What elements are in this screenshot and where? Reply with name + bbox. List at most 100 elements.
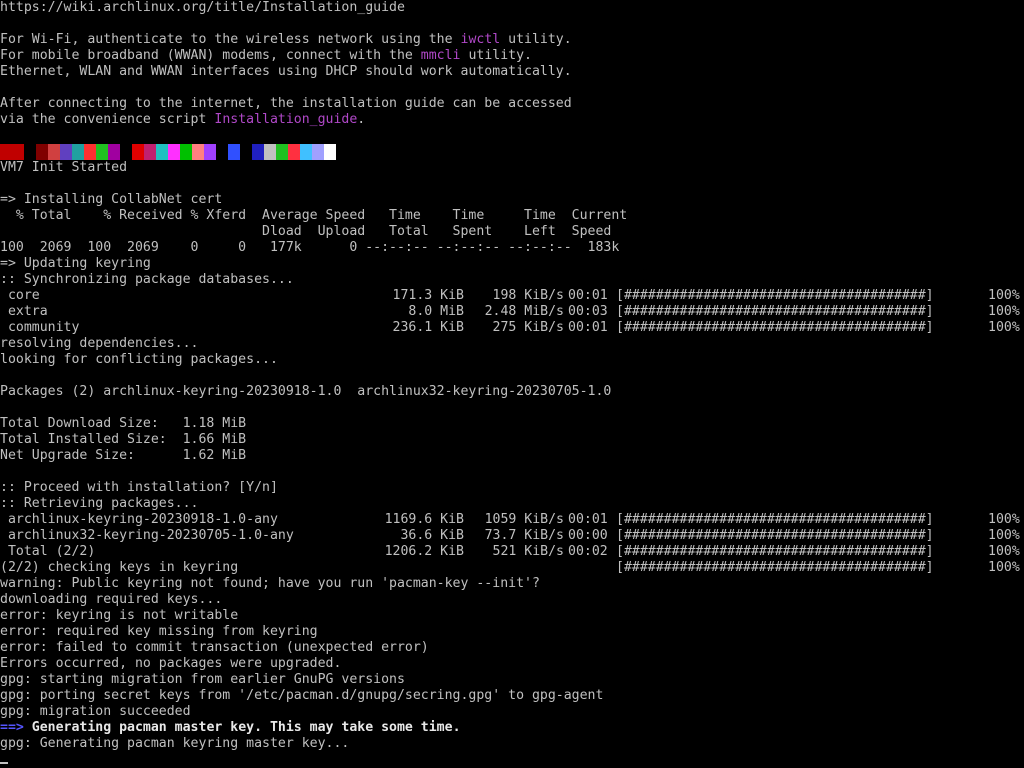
package-name: archlinux-keyring-20230918-1.0-any (0, 512, 278, 527)
package-progress-bar: [######################################] (616, 528, 934, 543)
color-swatch (24, 144, 36, 160)
database-speed: 275 KiB/s (492, 320, 564, 335)
log-line: Errors occurred, no packages were upgrad… (0, 656, 342, 671)
terminal-screen[interactable]: https://wiki.archlinux.org/title/Install… (0, 0, 1024, 768)
package-name: Total (2/2) (0, 544, 96, 559)
color-swatch (300, 144, 312, 160)
package-speed: 1059 KiB/s (484, 512, 564, 527)
package-size: 1169.6 KiB (384, 512, 464, 527)
color-swatch (12, 144, 24, 160)
log-line: error: keyring is not writable (0, 608, 239, 623)
iwctl-command: iwctl (460, 32, 501, 47)
database-progress-bar: [######################################] (616, 320, 934, 335)
color-swatch (72, 144, 84, 160)
color-swatch (252, 144, 264, 160)
total-installed-size: Total Installed Size: 1.66 MiB (0, 432, 247, 447)
color-swatch (144, 144, 156, 160)
checking-keys-label: (2/2) checking keys in keyring (0, 560, 239, 575)
wifi-hint-suffix: utility. (500, 32, 572, 47)
proceed-prompt: :: Proceed with installation? [Y/n] (0, 480, 278, 495)
color-swatch (288, 144, 300, 160)
color-swatch (264, 144, 276, 160)
color-swatch (156, 144, 168, 160)
color-swatch (0, 144, 12, 160)
curl-header-1: % Total % Received % Xferd Average Speed… (0, 208, 628, 223)
wwan-hint-text: For mobile broadband (WWAN) modems, conn… (0, 48, 421, 63)
master-key-line: ==> Generating pacman master key. This m… (0, 720, 461, 736)
color-swatch (276, 144, 288, 160)
color-swatch (312, 144, 324, 160)
package-percent: 100% (988, 512, 1020, 527)
guide-hint: After connecting to the internet, the in… (0, 96, 572, 111)
log-line: gpg: migration succeeded (0, 704, 191, 719)
color-swatch (192, 144, 204, 160)
color-swatch (96, 144, 108, 160)
color-swatch (120, 144, 132, 160)
database-time: 00:01 (568, 288, 608, 303)
database-speed: 198 KiB/s (492, 288, 564, 303)
curl-progress-row: 100 2069 100 2069 0 0 177k 0 --:--:-- --… (0, 240, 620, 255)
database-speed: 2.48 MiB/s (484, 304, 564, 319)
database-time: 00:01 (568, 320, 608, 335)
dhcp-hint: Ethernet, WLAN and WWAN interfaces using… (0, 64, 572, 79)
wiki-url: https://wiki.archlinux.org/title/Install… (0, 0, 405, 15)
database-size: 171.3 KiB (392, 288, 464, 303)
database-time: 00:03 (568, 304, 608, 319)
gpg-generating-line: gpg: Generating pacman keyring master ke… (0, 736, 350, 751)
database-size: 8.0 MiB (408, 304, 464, 319)
mmcli-command: mmcli (420, 48, 461, 63)
updating-keyring: => Updating keyring (0, 256, 151, 271)
database-progress-bar: [######################################] (616, 288, 934, 303)
color-swatch (60, 144, 72, 160)
curl-header-2: Dload Upload Total Spent Left Speed (0, 224, 612, 239)
script-hint-suffix: . (357, 112, 366, 127)
checking-keys-percent: 100% (988, 560, 1020, 575)
color-swatch (132, 144, 144, 160)
total-download-size: Total Download Size: 1.18 MiB (0, 416, 247, 431)
database-percent: 100% (988, 320, 1020, 335)
package-progress-bar: [######################################] (616, 544, 934, 559)
color-swatch (168, 144, 180, 160)
database-name: community (0, 320, 80, 335)
color-swatch (48, 144, 60, 160)
color-swatch (108, 144, 120, 160)
package-name: archlinux32-keyring-20230705-1.0-any (0, 528, 294, 543)
wwan-hint: For mobile broadband (WWAN) modems, conn… (0, 48, 532, 64)
log-line: warning: Public keyring not found; have … (0, 576, 540, 591)
package-time: 00:01 (568, 512, 608, 527)
net-upgrade-size: Net Upgrade Size: 1.62 MiB (0, 448, 247, 463)
master-key-text: Generating pacman master key. This may t… (23, 720, 461, 735)
resolving-deps: resolving dependencies... (0, 336, 199, 351)
retrieving-packages: :: Retrieving packages... (0, 496, 199, 511)
package-size: 36.6 KiB (400, 528, 464, 543)
wifi-hint: For Wi-Fi, authenticate to the wireless … (0, 32, 572, 48)
looking-conflicts: looking for conflicting packages... (0, 352, 278, 367)
log-line: error: required key missing from keyring (0, 624, 318, 639)
init-started: VM7 Init Started (0, 160, 128, 175)
installation-guide-command: Installation_guide (214, 112, 358, 127)
color-swatch (240, 144, 252, 160)
color-swatch (180, 144, 192, 160)
color-swatch (228, 144, 240, 160)
package-time: 00:00 (568, 528, 608, 543)
color-swatch (324, 144, 336, 160)
package-size: 1206.2 KiB (384, 544, 464, 559)
log-line: gpg: porting secret keys from '/etc/pacm… (0, 688, 604, 703)
text-cursor (0, 762, 8, 764)
script-hint-text: via the convenience script (0, 112, 215, 127)
database-percent: 100% (988, 288, 1020, 303)
packages-line: Packages (2) archlinux-keyring-20230918-… (0, 384, 612, 399)
database-size: 236.1 KiB (392, 320, 464, 335)
log-line: gpg: starting migration from earlier Gnu… (0, 672, 405, 687)
log-line: error: failed to commit transaction (une… (0, 640, 429, 655)
package-speed: 521 KiB/s (492, 544, 564, 559)
package-percent: 100% (988, 544, 1020, 559)
package-speed: 73.7 KiB/s (484, 528, 564, 543)
color-swatch (84, 144, 96, 160)
checking-keys-bar: [######################################] (616, 560, 934, 575)
sync-databases: :: Synchronizing package databases... (0, 272, 294, 287)
arrow-marker: ==> (0, 720, 24, 735)
database-name: extra (0, 304, 48, 319)
database-progress-bar: [######################################] (616, 304, 934, 319)
color-swatch (36, 144, 48, 160)
